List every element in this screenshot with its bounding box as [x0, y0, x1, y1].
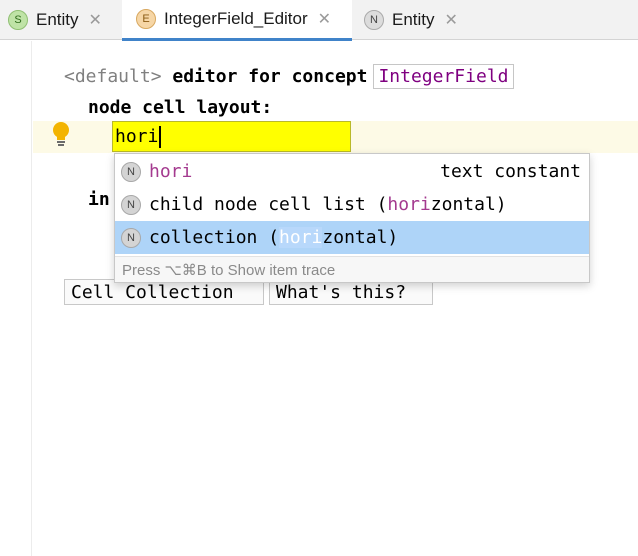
item-type-label: text constant — [440, 161, 581, 182]
editor-for-concept-text: editor for concept — [161, 65, 368, 87]
completion-item[interactable]: N child node cell list (hori zontal) — [115, 188, 589, 221]
node-icon: N — [121, 161, 141, 182]
item-match: hori — [387, 194, 431, 215]
item-match: hori — [149, 161, 193, 182]
node-icon: N — [121, 194, 141, 215]
completion-item-selected[interactable]: N collection (hori zontal) — [115, 221, 589, 254]
node-icon: N — [364, 10, 384, 30]
close-icon[interactable]: ✕ — [318, 9, 331, 29]
editor-header-line: <default> editor for concept IntegerFiel… — [64, 62, 514, 90]
tab-label: IntegerField_Editor — [164, 9, 308, 28]
cell-input-value: hori — [115, 126, 159, 147]
editor-tab-bar: S Entity ✕ E IntegerField_Editor ✕ N Ent… — [0, 0, 638, 41]
completion-footer-hint: Press ⌥⌘B to Show item trace — [115, 256, 589, 282]
item-suffix: zontal) — [322, 227, 399, 248]
tab-entity-node[interactable]: N Entity ✕ — [364, 0, 474, 40]
completion-popup: N hori text constant N child node cell l… — [114, 153, 590, 283]
tab-label: Entity — [392, 10, 435, 29]
item-prefix: child node cell list ( — [149, 194, 388, 215]
tab-integerfield-editor[interactable]: E IntegerField_Editor ✕ — [122, 0, 352, 41]
default-keyword: <default> — [64, 65, 162, 87]
completion-item[interactable]: N hori text constant — [115, 155, 589, 188]
item-suffix: zontal) — [430, 194, 507, 215]
node-icon: N — [121, 227, 141, 248]
item-prefix: collection ( — [149, 227, 280, 248]
node-cell-layout-label: node cell layout: — [88, 96, 273, 118]
hidden-line-text: in — [88, 188, 110, 210]
item-match: hori — [279, 227, 323, 248]
lightbulb-icon[interactable] — [51, 120, 71, 148]
cell-input-field[interactable]: hori — [112, 121, 351, 152]
editor-icon: E — [136, 9, 156, 29]
close-icon[interactable]: ✕ — [445, 10, 458, 30]
text-caret — [159, 125, 162, 148]
close-icon[interactable]: ✕ — [89, 10, 102, 30]
editor-gutter — [0, 41, 32, 556]
tab-entity-structure[interactable]: S Entity ✕ — [8, 0, 120, 40]
structure-icon: S — [8, 10, 28, 30]
concept-reference[interactable]: IntegerField — [373, 63, 514, 89]
tab-label: Entity — [36, 10, 79, 29]
